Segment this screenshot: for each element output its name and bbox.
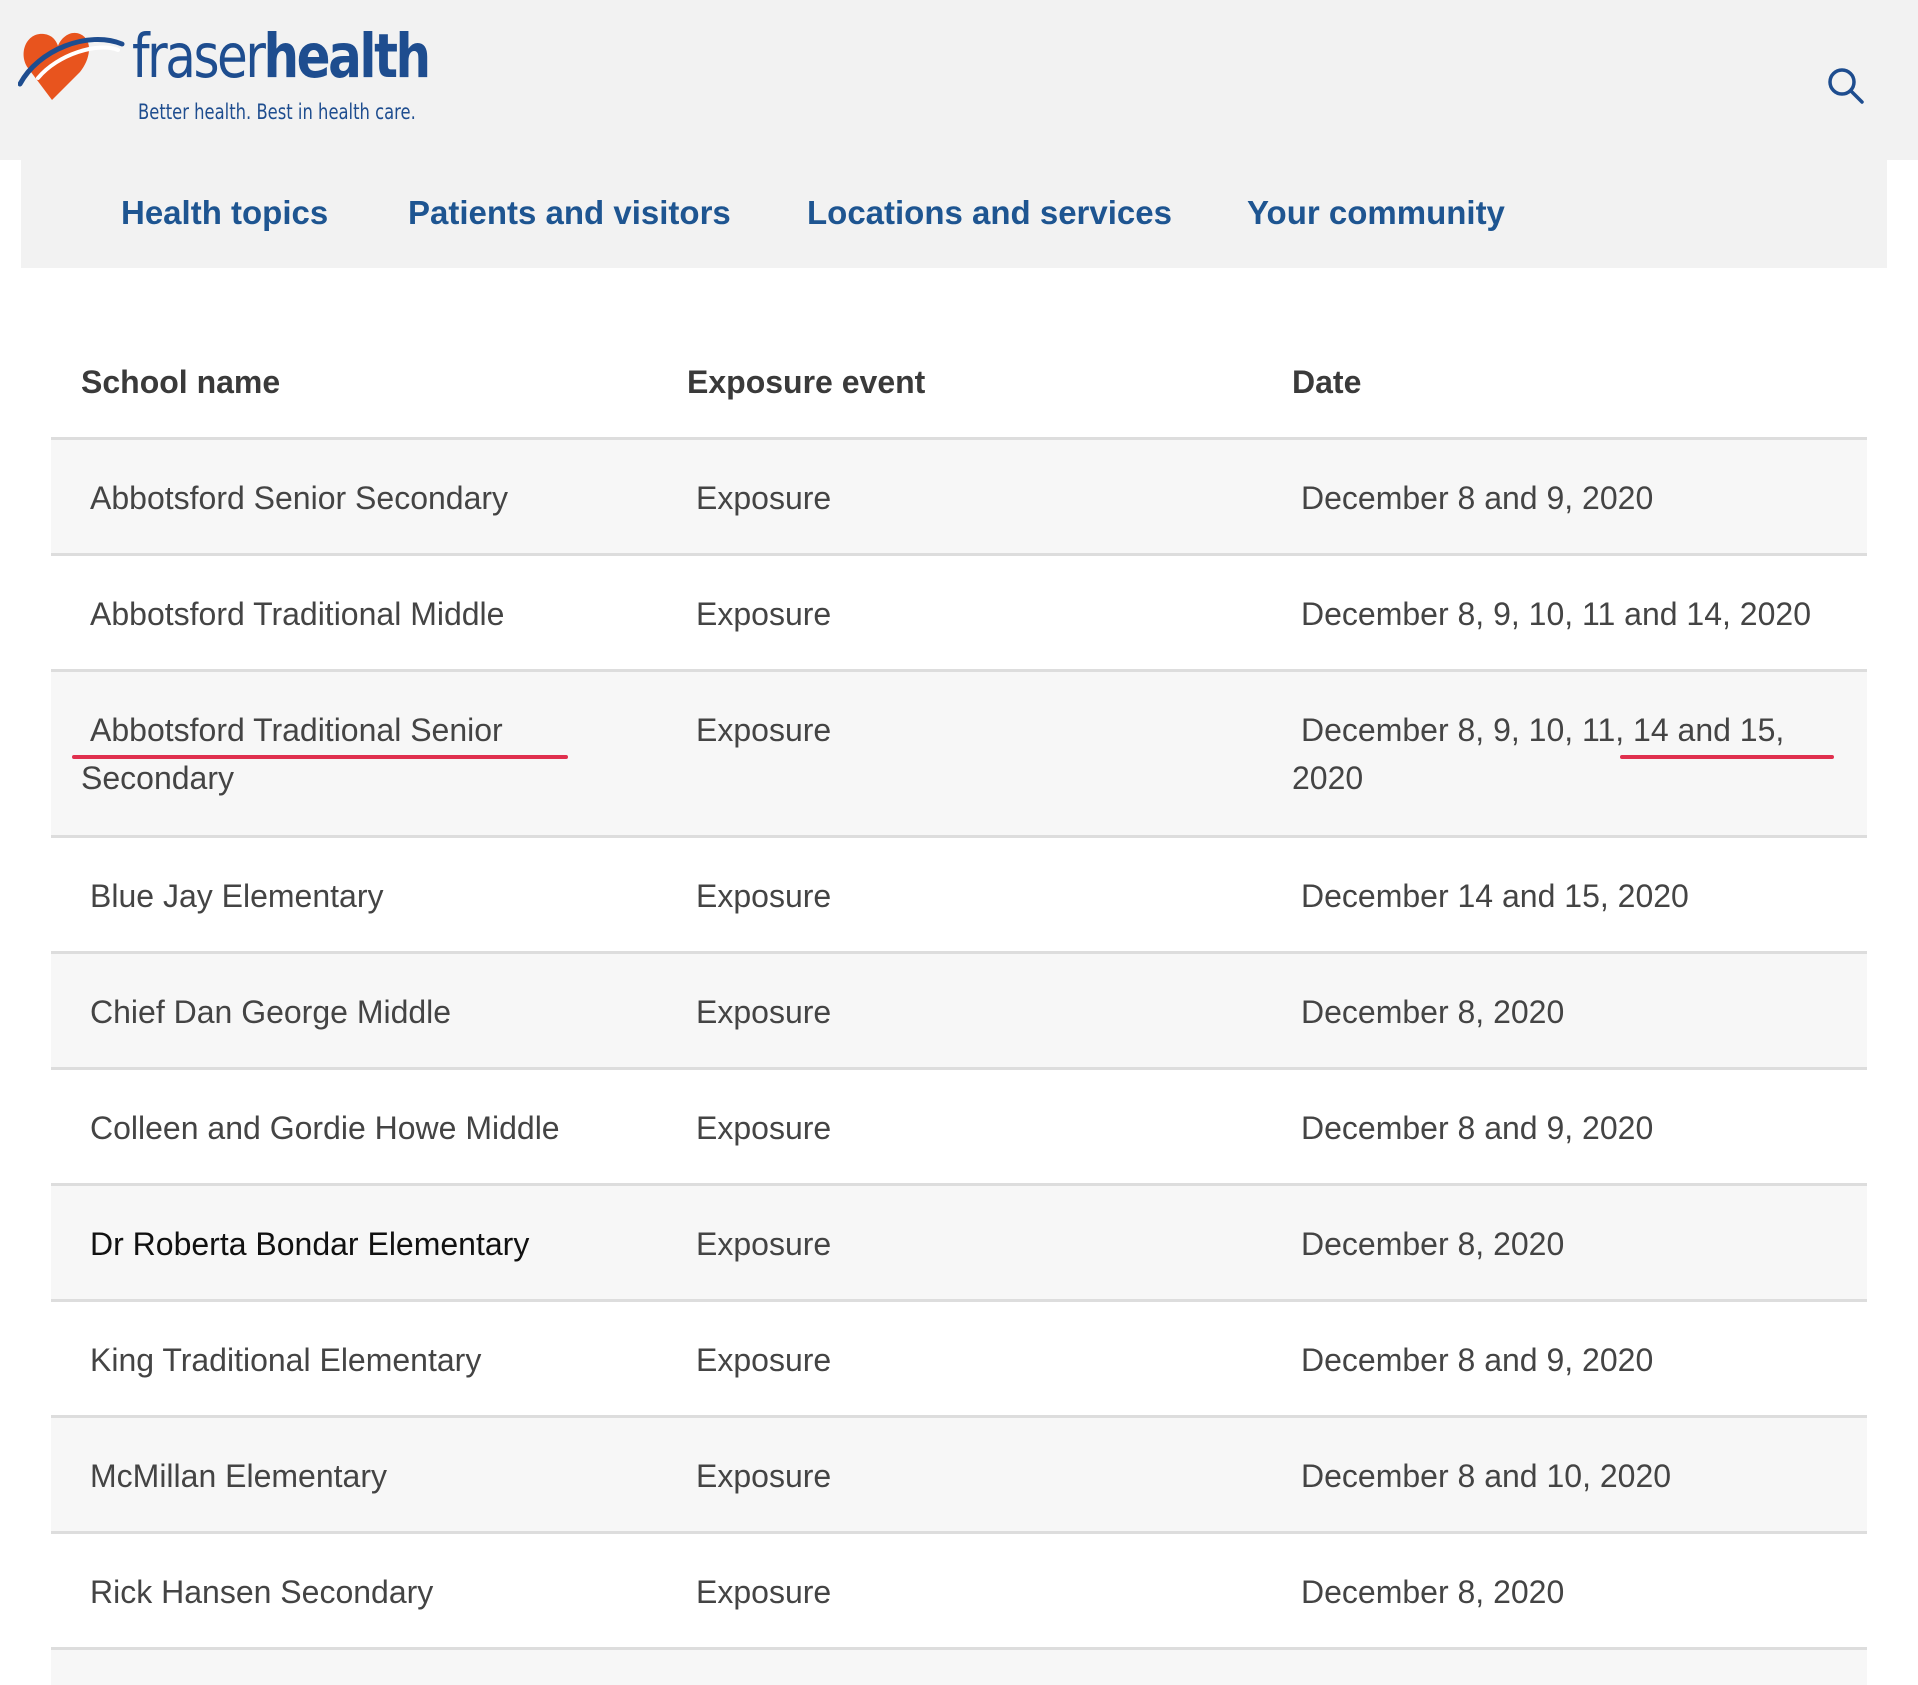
fraserhealth-logo[interactable]: fraserhealth Better health. Best in heal… (18, 18, 431, 128)
date-cell: December 8, 9, 10, 11 and 14, 2020 (1301, 596, 1811, 632)
search-button[interactable] (1826, 66, 1866, 106)
search-icon (1828, 68, 1864, 104)
date-cell: December 8 and 9, 2020 (1301, 1342, 1654, 1378)
header-school-name: School name (81, 364, 281, 400)
red-underline-annotation (72, 755, 568, 759)
school-name-cell: King Traditional Elementary (90, 1342, 482, 1378)
exposure-event-cell: Exposure (696, 878, 832, 914)
header-exposure-event: Exposure event (687, 364, 926, 400)
date-cell: December 8 and 9, 2020 (1301, 1110, 1654, 1146)
date-cell: December 8, 2020 (1301, 1226, 1565, 1262)
school-name-cell: Rick Hansen Secondary (90, 1574, 434, 1610)
school-name-cell: Colleen and Gordie Howe Middle (90, 1110, 560, 1146)
exposure-event-cell: Exposure (696, 596, 832, 632)
heart-swoosh-icon (18, 32, 125, 101)
exposure-event-cell: Exposure (696, 1226, 832, 1262)
school-name-cell: Chief Dan George Middle (90, 994, 452, 1030)
table-row: McMillan Elementary Exposure December 8 … (51, 1418, 1867, 1534)
table-row (51, 1650, 1867, 1685)
school-name-cell: Abbotsford Traditional Middle (90, 596, 505, 632)
date-cell: December 8, 2020 (1301, 1574, 1565, 1610)
school-name-cell-line2: Secondary (81, 760, 234, 796)
header-date: Date (1292, 364, 1362, 400)
table-row: Dr Roberta Bondar Elementary Exposure De… (51, 1186, 1867, 1302)
date-cell: December 8, 2020 (1301, 994, 1565, 1030)
nav-locations-and-services[interactable]: Locations and services (807, 194, 1172, 232)
date-cell: December 14 and 15, 2020 (1301, 878, 1689, 914)
table-row: Rick Hansen Secondary Exposure December … (51, 1534, 1867, 1650)
nav-patients-and-visitors[interactable]: Patients and visitors (408, 194, 731, 232)
nav-your-community[interactable]: Your community (1247, 194, 1505, 232)
red-underline-annotation (1620, 755, 1834, 759)
table-row: King Traditional Elementary Exposure Dec… (51, 1302, 1867, 1418)
exposure-event-cell: Exposure (696, 1574, 832, 1610)
table-header-row: School name Exposure event Date (51, 340, 1867, 440)
table-row: Colleen and Gordie Howe Middle Exposure … (51, 1070, 1867, 1186)
date-cell-line1: December 8, 9, 10, 11, 14 and 15, (1301, 712, 1785, 748)
nav-health-topics[interactable]: Health topics (121, 194, 328, 232)
school-name-cell: Abbotsford Senior Secondary (90, 480, 509, 516)
exposure-event-cell: Exposure (696, 994, 832, 1030)
table-row: Abbotsford Traditional Senior Secondary … (51, 672, 1867, 838)
table-row: Blue Jay Elementary Exposure December 14… (51, 838, 1867, 954)
school-name-cell: Dr Roberta Bondar Elementary (90, 1226, 530, 1262)
table-row: Abbotsford Traditional Middle Exposure D… (51, 556, 1867, 672)
main-nav: Health topics Patients and visitors Loca… (21, 160, 1887, 268)
school-name-cell-line1: Abbotsford Traditional Senior (90, 712, 503, 748)
exposure-event-cell: Exposure (696, 1110, 832, 1146)
table-row: Abbotsford Senior Secondary Exposure Dec… (51, 440, 1867, 556)
brand-name: fraserhealth (132, 21, 431, 92)
school-name-cell: Blue Jay Elementary (90, 878, 384, 914)
exposure-event-cell: Exposure (696, 1342, 832, 1378)
date-cell: December 8 and 10, 2020 (1301, 1458, 1672, 1494)
exposure-event-cell: Exposure (696, 480, 832, 516)
exposure-event-cell: Exposure (696, 712, 832, 748)
table-row: Chief Dan George Middle Exposure Decembe… (51, 954, 1867, 1070)
date-cell-line2: 2020 (1292, 760, 1364, 796)
school-name-cell: McMillan Elementary (90, 1458, 387, 1494)
date-cell: December 8 and 9, 2020 (1301, 480, 1654, 516)
exposure-event-cell: Exposure (696, 1458, 832, 1494)
site-header: fraserhealth Better health. Best in heal… (0, 0, 1918, 160)
brand-tagline: Better health. Best in health care. (138, 100, 416, 124)
